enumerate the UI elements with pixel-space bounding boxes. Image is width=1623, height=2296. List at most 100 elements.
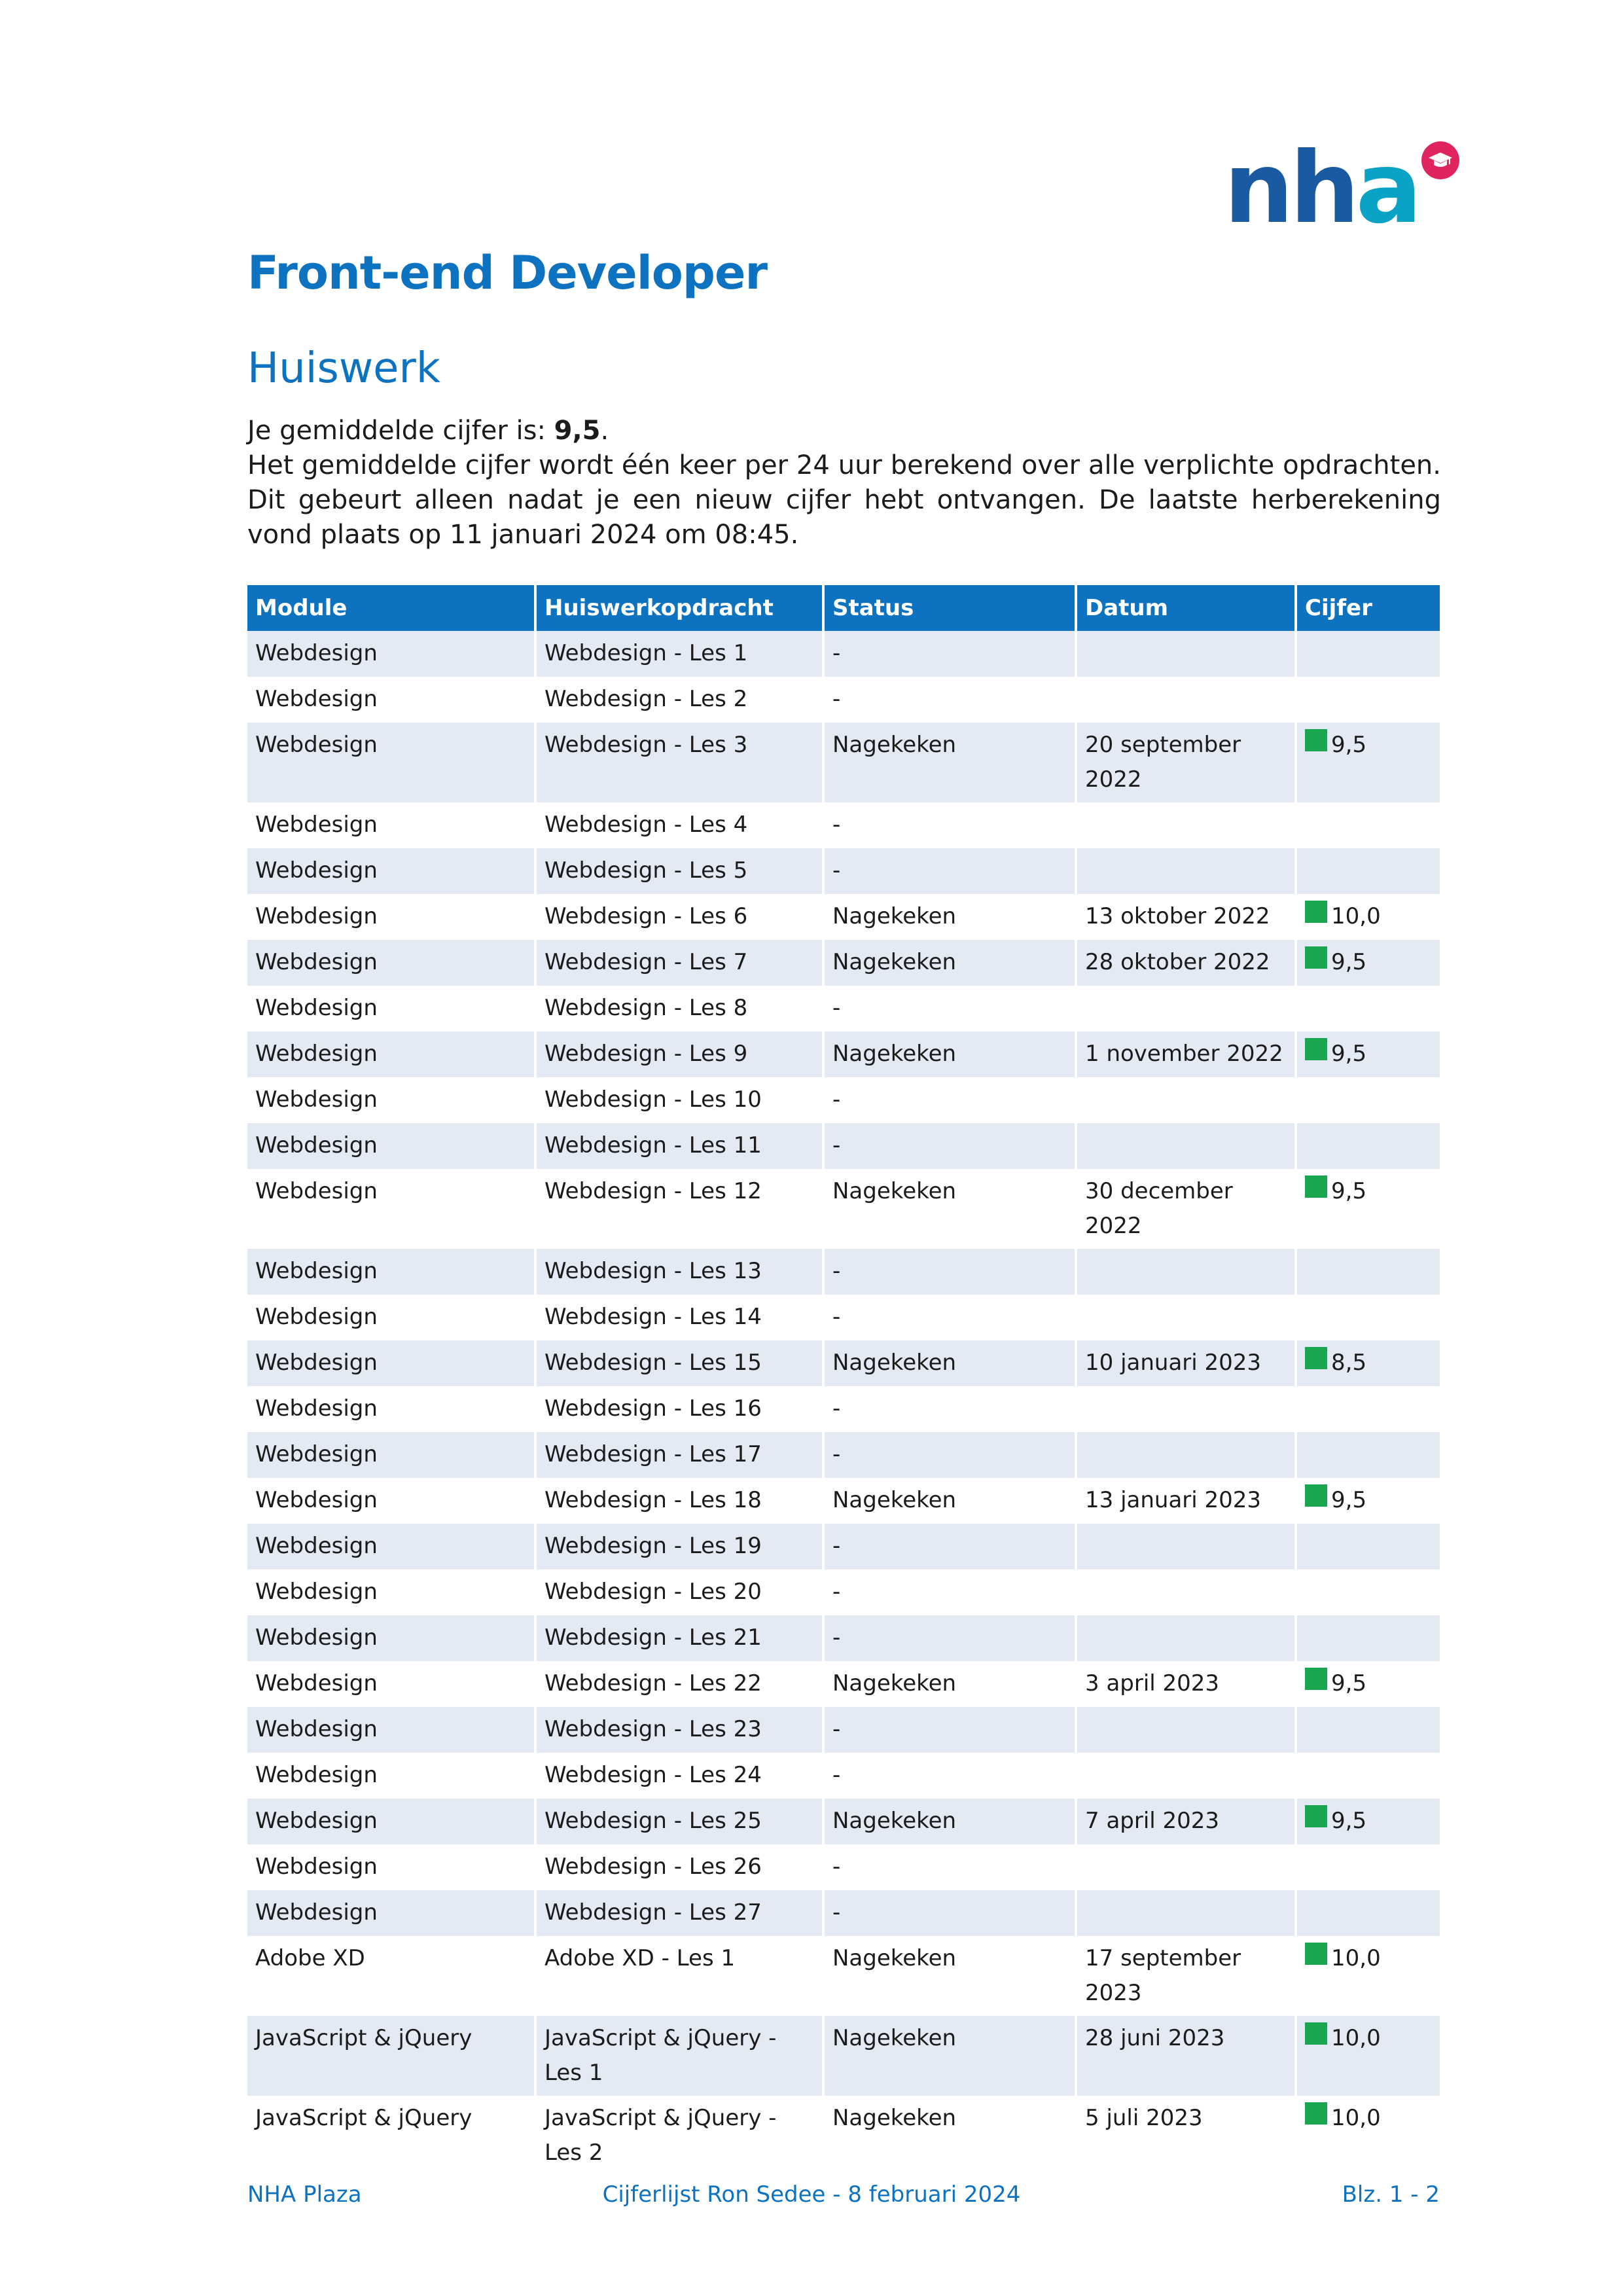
table-row: Webdesign Webdesign - Les 15 Nagekeken 10 j… bbox=[247, 1340, 1440, 1386]
cell-status: - bbox=[823, 1432, 1077, 1478]
cell-status: Nagekeken bbox=[823, 1478, 1077, 1524]
cell-grade: 10,0 bbox=[1296, 2016, 1440, 2096]
cell-assignment: Webdesign - Les 14 bbox=[535, 1295, 825, 1340]
cell-module: Webdesign bbox=[247, 1295, 537, 1340]
cell-date: 28 juni 2023 bbox=[1076, 2016, 1297, 2096]
cell-module: Webdesign bbox=[247, 1432, 537, 1478]
cell-grade bbox=[1296, 631, 1440, 677]
cell-assignment: JavaScript & jQuery - Les 1 bbox=[535, 2016, 825, 2096]
average-explanation: Het gemiddelde cijfer wordt één keer per… bbox=[247, 450, 1441, 550]
intro-text: Je gemiddelde cijfer is: 9,5. Het gemidd… bbox=[247, 414, 1441, 552]
cell-status: Nagekeken bbox=[823, 2016, 1077, 2096]
cell-assignment: Webdesign - Les 6 bbox=[535, 894, 825, 940]
grades-table-body: Webdesign Webdesign - Les 1- Webdesign Webd… bbox=[247, 631, 1440, 2176]
table-row: Webdesign Webdesign - Les 8- bbox=[247, 986, 1440, 1031]
grade-marker-icon bbox=[1305, 901, 1327, 923]
cell-module: Webdesign bbox=[247, 1707, 537, 1753]
grade-marker-icon bbox=[1305, 729, 1327, 751]
cell-module: Adobe XD bbox=[247, 1936, 537, 2016]
cell-grade: 9,5 bbox=[1296, 1478, 1440, 1524]
cell-date bbox=[1076, 802, 1297, 848]
table-row: Webdesign Webdesign - Les 18 Nagekeken 13 j… bbox=[247, 1478, 1440, 1524]
cell-grade: 9,5 bbox=[1296, 723, 1440, 802]
cell-date bbox=[1076, 848, 1297, 894]
cell-assignment: Webdesign - Les 13 bbox=[535, 1249, 825, 1295]
cell-status: - bbox=[823, 1295, 1077, 1340]
cell-grade bbox=[1296, 1524, 1440, 1570]
cell-assignment: Webdesign - Les 20 bbox=[535, 1570, 825, 1615]
cell-date bbox=[1076, 986, 1297, 1031]
average-grade-value: 9,5 bbox=[554, 416, 601, 446]
cell-assignment: Webdesign - Les 11 bbox=[535, 1123, 825, 1169]
cell-date: 13 oktober 2022 bbox=[1076, 894, 1297, 940]
cell-module: Webdesign bbox=[247, 802, 537, 848]
cell-status: - bbox=[823, 986, 1077, 1031]
table-row: Webdesign Webdesign - Les 9 Nagekeken 1 nov… bbox=[247, 1031, 1440, 1077]
table-row: Webdesign Webdesign - Les 14- bbox=[247, 1295, 1440, 1340]
table-row: Webdesign Webdesign - Les 13- bbox=[247, 1249, 1440, 1295]
cell-status: - bbox=[823, 1753, 1077, 1799]
cell-grade bbox=[1296, 1707, 1440, 1753]
cell-grade bbox=[1296, 1844, 1440, 1890]
cell-module: Webdesign bbox=[247, 940, 537, 986]
cell-status: Nagekeken bbox=[823, 1661, 1077, 1707]
cell-assignment: Webdesign - Les 3 bbox=[535, 723, 825, 802]
cell-grade bbox=[1296, 677, 1440, 723]
cell-date bbox=[1076, 1249, 1297, 1295]
grade-marker-icon bbox=[1305, 946, 1327, 969]
footer-page-number: Blz. 1 - 2 bbox=[1342, 2181, 1440, 2208]
column-header-status: Status bbox=[823, 585, 1077, 631]
cell-module: Webdesign bbox=[247, 1249, 537, 1295]
table-row: Webdesign Webdesign - Les 26- bbox=[247, 1844, 1440, 1890]
grade-marker-icon bbox=[1305, 1668, 1327, 1690]
cell-date: 3 april 2023 bbox=[1076, 1661, 1297, 1707]
cell-grade bbox=[1296, 1570, 1440, 1615]
cell-assignment: Webdesign - Les 12 bbox=[535, 1169, 825, 1249]
cell-module: Webdesign bbox=[247, 1340, 537, 1386]
cell-assignment: Webdesign - Les 2 bbox=[535, 677, 825, 723]
cell-date bbox=[1076, 631, 1297, 677]
table-row: Webdesign Webdesign - Les 7 Nagekeken 28 ok… bbox=[247, 940, 1440, 986]
cell-assignment: Webdesign - Les 27 bbox=[535, 1890, 825, 1936]
table-row: Webdesign Webdesign - Les 4- bbox=[247, 802, 1440, 848]
cell-assignment: Webdesign - Les 24 bbox=[535, 1753, 825, 1799]
grade-marker-icon bbox=[1305, 1038, 1327, 1060]
cell-date bbox=[1076, 1753, 1297, 1799]
cell-assignment: Webdesign - Les 25 bbox=[535, 1799, 825, 1844]
cell-module: Webdesign bbox=[247, 1753, 537, 1799]
cell-status: Nagekeken bbox=[823, 723, 1077, 802]
table-header-row: Module Huiswerkopdracht Status Datum Cij… bbox=[247, 585, 1440, 631]
table-row: Webdesign Webdesign - Les 25 Nagekeken 7 ap… bbox=[247, 1799, 1440, 1844]
cell-assignment: Webdesign - Les 16 bbox=[535, 1386, 825, 1432]
cell-assignment: Webdesign - Les 17 bbox=[535, 1432, 825, 1478]
table-row: Webdesign Webdesign - Les 17- bbox=[247, 1432, 1440, 1478]
cell-assignment: JavaScript & jQuery - Les 2 bbox=[535, 2096, 825, 2176]
cell-grade: 9,5 bbox=[1296, 1661, 1440, 1707]
cell-module: Webdesign bbox=[247, 1570, 537, 1615]
cell-grade bbox=[1296, 1432, 1440, 1478]
cell-grade bbox=[1296, 1753, 1440, 1799]
cell-assignment: Webdesign - Les 10 bbox=[535, 1077, 825, 1123]
cell-assignment: Webdesign - Les 5 bbox=[535, 848, 825, 894]
table-row: Webdesign Webdesign - Les 16- bbox=[247, 1386, 1440, 1432]
cell-grade: 10,0 bbox=[1296, 1936, 1440, 2016]
cell-grade: 10,0 bbox=[1296, 894, 1440, 940]
table-row: Adobe XD Adobe XD - Les 1 Nagekeken 17 sept… bbox=[247, 1936, 1440, 2016]
cell-status: - bbox=[823, 1077, 1077, 1123]
cell-assignment: Webdesign - Les 9 bbox=[535, 1031, 825, 1077]
cell-module: Webdesign bbox=[247, 1123, 537, 1169]
cell-module: Webdesign bbox=[247, 1661, 537, 1707]
cell-status: Nagekeken bbox=[823, 1340, 1077, 1386]
table-row: Webdesign Webdesign - Les 12 Nagekeken 30 d… bbox=[247, 1169, 1440, 1249]
cell-grade bbox=[1296, 802, 1440, 848]
cell-status: - bbox=[823, 1844, 1077, 1890]
cell-date: 5 juli 2023 bbox=[1076, 2096, 1297, 2176]
cell-grade bbox=[1296, 1386, 1440, 1432]
grade-marker-icon bbox=[1305, 1347, 1327, 1369]
cell-grade: 10,0 bbox=[1296, 2096, 1440, 2176]
cell-assignment: Adobe XD - Les 1 bbox=[535, 1936, 825, 2016]
cell-module: Webdesign bbox=[247, 723, 537, 802]
cell-date: 10 januari 2023 bbox=[1076, 1340, 1297, 1386]
table-row: JavaScript & jQuery JavaScript & jQuery -… bbox=[247, 2016, 1440, 2096]
cell-grade: 9,5 bbox=[1296, 1169, 1440, 1249]
